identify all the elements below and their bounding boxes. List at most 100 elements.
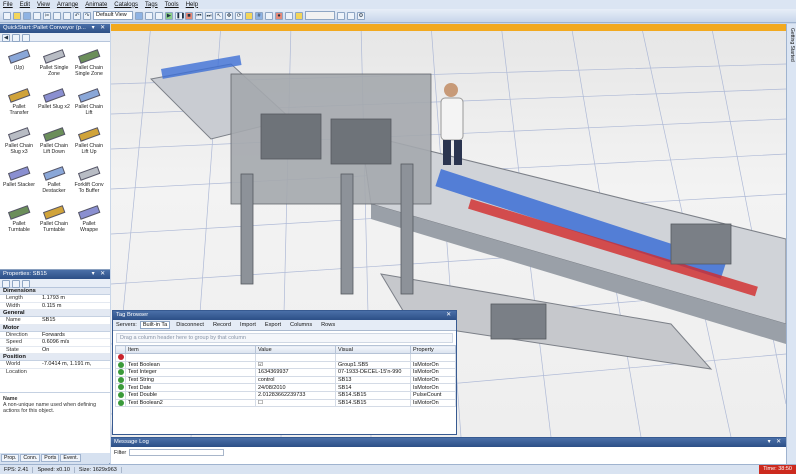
tag-property[interactable]: IsMotorOn bbox=[410, 398, 456, 408]
menu-tags[interactable]: Tags bbox=[145, 2, 158, 8]
tag-value[interactable]: ☐ bbox=[255, 398, 336, 408]
fit-icon[interactable] bbox=[155, 11, 163, 20]
tag-visual[interactable]: Group1.SB5 bbox=[335, 360, 411, 370]
record-button[interactable]: Record bbox=[210, 321, 234, 329]
chart-icon[interactable] bbox=[285, 11, 293, 20]
library-item[interactable]: Pallet Single Zone bbox=[38, 46, 70, 83]
record-icon[interactable]: ● bbox=[275, 11, 283, 20]
property-row[interactable]: Speed 0.6096 m/s bbox=[0, 339, 110, 347]
tab-properties[interactable]: Prop. bbox=[1, 454, 20, 462]
getting-started-tab[interactable]: Getting Started bbox=[789, 24, 795, 62]
col-visual[interactable]: Visual bbox=[335, 345, 411, 354]
property-value[interactable]: 0.115 m bbox=[40, 303, 110, 310]
tag-visual[interactable]: SB14.SB15 bbox=[335, 390, 411, 400]
tag-property[interactable]: IsMotorOn bbox=[410, 368, 456, 377]
redo-icon[interactable]: ↷ bbox=[83, 11, 91, 20]
col-item[interactable]: Item bbox=[125, 345, 256, 354]
property-value[interactable]: 0.6096 m/s bbox=[40, 339, 110, 346]
table-row[interactable]: Test Double 2.01283662239733 SB14.SB15 Puls… bbox=[115, 390, 456, 400]
col-value[interactable]: Value bbox=[255, 345, 336, 354]
disconnect-button[interactable]: Disconnect bbox=[173, 321, 207, 329]
menu-arrange[interactable]: Arrange bbox=[57, 2, 78, 8]
search-icon[interactable] bbox=[22, 34, 30, 42]
property-value[interactable]: 1.1793 m bbox=[40, 295, 110, 302]
save-icon[interactable] bbox=[23, 11, 31, 20]
server-select[interactable]: Built-in Ta bbox=[139, 321, 171, 329]
open-icon[interactable] bbox=[13, 11, 21, 20]
tag-value[interactable]: 2.01283662239733 bbox=[255, 390, 336, 400]
panel-controls[interactable]: ▾ ✕ bbox=[768, 438, 786, 447]
camera-icon[interactable] bbox=[135, 11, 143, 20]
tag-visual[interactable]: 07-1933-DECEL-15'n-990 bbox=[335, 368, 411, 377]
panel-controls[interactable]: ▾ ✕ bbox=[92, 24, 110, 33]
tag-visual[interactable]: SB13 bbox=[335, 375, 411, 385]
tag-value[interactable]: control bbox=[255, 375, 336, 385]
panel-controls[interactable]: ▾ ✕ bbox=[92, 270, 110, 279]
connect-icon[interactable] bbox=[337, 11, 345, 20]
rotate-icon[interactable]: ⟳ bbox=[235, 11, 243, 20]
menu-animate[interactable]: Animate bbox=[85, 2, 107, 8]
import-button[interactable]: Import bbox=[237, 321, 259, 329]
alphabetical-icon[interactable] bbox=[12, 280, 20, 288]
tag-icon[interactable] bbox=[347, 11, 355, 20]
copy-icon[interactable] bbox=[53, 11, 61, 20]
categorized-icon[interactable] bbox=[2, 280, 10, 288]
table-row[interactable]: Test String control SB13 IsMotorOn bbox=[115, 375, 456, 385]
new-row[interactable] bbox=[115, 353, 456, 362]
snap-icon[interactable] bbox=[245, 11, 253, 20]
menu-help[interactable]: Help bbox=[186, 2, 198, 8]
menu-tools[interactable]: Tools bbox=[165, 2, 179, 8]
menu-edit[interactable]: Edit bbox=[20, 2, 30, 8]
property-row[interactable]: Length 1.1793 m bbox=[0, 295, 110, 303]
property-section[interactable]: General bbox=[0, 310, 110, 317]
view-select[interactable]: Default View bbox=[93, 11, 133, 20]
tab-ports[interactable]: Ports bbox=[41, 454, 60, 462]
property-row[interactable]: World Location -7.0414 m, 1.191 m, bbox=[0, 361, 110, 375]
filter-input[interactable] bbox=[129, 449, 225, 456]
library-item[interactable]: Pallet Destacker bbox=[38, 163, 70, 200]
tag-visual[interactable]: SB14.SB15 bbox=[335, 398, 411, 408]
library-item[interactable]: Pallet Chain Lift Down bbox=[38, 124, 70, 161]
property-row[interactable]: Direction Forwards bbox=[0, 332, 110, 339]
rows-menu[interactable]: Rows bbox=[318, 321, 338, 329]
tag-property[interactable]: IsMotorOn bbox=[410, 375, 456, 385]
paste-icon[interactable] bbox=[63, 11, 71, 20]
cut-icon[interactable]: ✂ bbox=[43, 11, 51, 20]
tag-value[interactable]: 1634369937 bbox=[255, 368, 336, 377]
property-value[interactable]: SB15 bbox=[40, 317, 110, 324]
play-icon[interactable]: ▶ bbox=[165, 11, 173, 20]
new-icon[interactable] bbox=[3, 11, 11, 20]
undo-icon[interactable]: ↶ bbox=[73, 11, 81, 20]
library-item[interactable]: Pallet Wrappe bbox=[73, 202, 105, 239]
property-value[interactable]: -7.0414 m, 1.191 m, bbox=[40, 361, 110, 368]
col-property[interactable]: Property bbox=[410, 345, 456, 354]
close-icon[interactable]: ✕ bbox=[446, 311, 456, 320]
property-row[interactable]: State On bbox=[0, 347, 110, 354]
tab-connections[interactable]: Conn. bbox=[20, 454, 41, 462]
light-icon[interactable] bbox=[265, 11, 273, 20]
property-row[interactable]: Width 0.115 m bbox=[0, 303, 110, 310]
tag-property[interactable]: IsMotorOn bbox=[410, 360, 456, 370]
menu-file[interactable]: File bbox=[3, 2, 13, 8]
table-row[interactable]: Test Boolean2 ☐ SB14.SB15 IsMotorOn bbox=[115, 398, 456, 408]
property-value[interactable]: On bbox=[40, 347, 110, 354]
move-icon[interactable]: ✥ bbox=[225, 11, 233, 20]
library-item[interactable]: Pallet Transfer bbox=[3, 85, 35, 122]
export-button[interactable]: Export bbox=[262, 321, 284, 329]
speed-slider[interactable] bbox=[305, 11, 335, 20]
grid-icon[interactable]: # bbox=[255, 11, 263, 20]
settings-icon[interactable]: ⚙ bbox=[357, 11, 365, 20]
library-item[interactable]: Pallet Turntable bbox=[3, 202, 35, 239]
library-item[interactable]: (Up) bbox=[3, 46, 35, 83]
lock-icon[interactable] bbox=[295, 11, 303, 20]
stop-icon[interactable]: ■ bbox=[185, 11, 193, 20]
tab-events[interactable]: Event. bbox=[60, 454, 82, 462]
reset-icon[interactable]: ⏮ bbox=[195, 11, 203, 20]
menu-view[interactable]: View bbox=[37, 2, 50, 8]
table-row[interactable]: Test Integer 1634369937 07-1933-DECEL-15'n… bbox=[115, 368, 456, 377]
print-icon[interactable] bbox=[33, 11, 41, 20]
library-item[interactable]: Pallet Chain Turntable bbox=[38, 202, 70, 239]
property-section[interactable]: Dimensions bbox=[0, 288, 110, 295]
tag-visual[interactable]: SB14 bbox=[335, 383, 411, 392]
property-row[interactable]: Name SB15 bbox=[0, 317, 110, 325]
